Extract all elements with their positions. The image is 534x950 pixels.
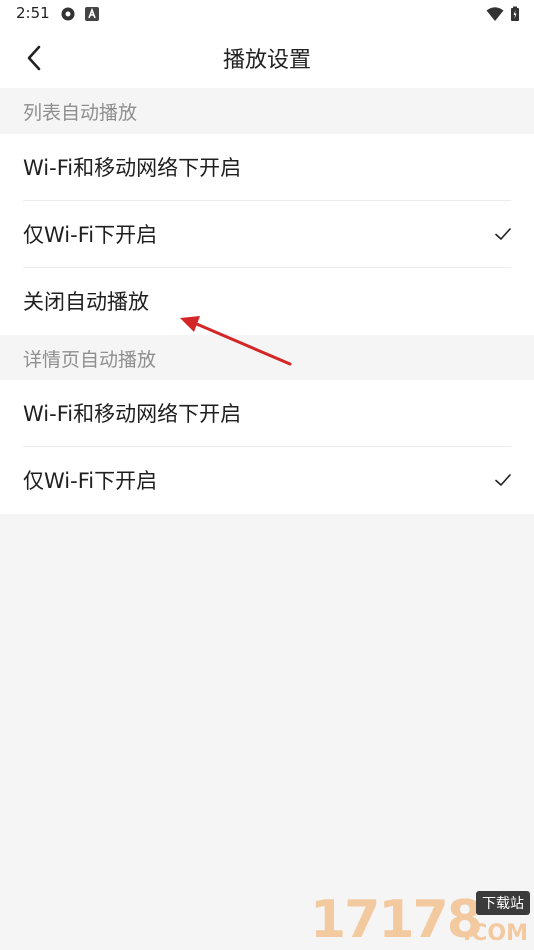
detail-autoplay-options: Wi-Fi和移动网络下开启 仅Wi-Fi下开启 (0, 380, 534, 514)
option-label: Wi-Fi和移动网络下开启 (23, 156, 242, 180)
checkmark-icon (495, 228, 511, 240)
site-watermark: 17178 下载站 .COM (310, 885, 532, 950)
list-autoplay-options: Wi-Fi和移动网络下开启 仅Wi-Fi下开启 关闭自动播放 (0, 134, 534, 335)
app-a-status-icon (85, 7, 99, 21)
option-wifi-and-mobile[interactable]: Wi-Fi和移动网络下开启 (0, 134, 534, 201)
option-wifi-only[interactable]: 仅Wi-Fi下开启 (0, 201, 534, 268)
option-wifi-and-mobile[interactable]: Wi-Fi和移动网络下开启 (0, 380, 534, 447)
settings-screen: 2:51 播放设置 列表自动播放 Wi-Fi和移动网络下开启 仅Wi-Fi下开启… (0, 0, 534, 950)
watermark-suffix: .COM (462, 921, 528, 946)
page-title: 播放设置 (222, 48, 311, 73)
status-time: 2:51 (16, 4, 50, 22)
option-wifi-only[interactable]: 仅Wi-Fi下开启 (0, 447, 534, 514)
wifi-icon (486, 7, 504, 21)
watermark-badge: 下载站 (476, 891, 530, 915)
watermark-number: 17178 (310, 890, 483, 950)
checkmark-icon (495, 474, 511, 486)
option-label: 仅Wi-Fi下开启 (23, 469, 158, 493)
status-bar: 2:51 (0, 0, 534, 28)
battery-icon (511, 6, 519, 21)
option-label: 仅Wi-Fi下开启 (23, 223, 158, 247)
section-title: 列表自动播放 (23, 102, 138, 124)
app-header: 播放设置 (0, 28, 534, 88)
annotation-arrow-icon (180, 316, 292, 366)
section-header-list-autoplay: 列表自动播放 (0, 88, 534, 134)
option-label: Wi-Fi和移动网络下开启 (23, 402, 242, 426)
settings-gear-status-icon (61, 7, 75, 21)
option-label: 关闭自动播放 (23, 290, 149, 314)
section-title: 详情页自动播放 (23, 349, 157, 371)
